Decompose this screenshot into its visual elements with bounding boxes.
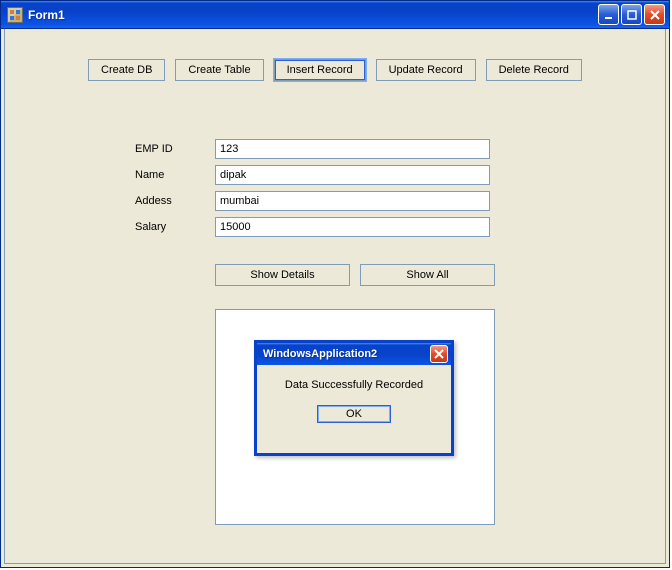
salary-label: Salary [135, 221, 215, 233]
salary-row: Salary [135, 217, 490, 237]
message-titlebar: WindowsApplication2 [257, 343, 451, 365]
salary-input[interactable] [215, 217, 490, 237]
close-icon [434, 349, 444, 359]
message-body: Data Successfully Recorded OK [257, 365, 451, 431]
close-button[interactable] [644, 4, 665, 25]
maximize-button[interactable] [621, 4, 642, 25]
emp-id-input[interactable] [215, 139, 490, 159]
client-area: Create DB Create Table Insert Record Upd… [4, 29, 666, 564]
address-input[interactable] [215, 191, 490, 211]
update-record-button[interactable]: Update Record [376, 59, 476, 81]
name-input[interactable] [215, 165, 490, 185]
action-row: Show Details Show All [215, 264, 495, 286]
message-close-button[interactable] [430, 345, 448, 363]
address-label: Addess [135, 195, 215, 207]
window-title: Form1 [28, 8, 598, 22]
name-label: Name [135, 169, 215, 181]
name-row: Name [135, 165, 490, 185]
show-details-button[interactable]: Show Details [215, 264, 350, 286]
create-table-button[interactable]: Create Table [175, 59, 263, 81]
form-area: EMP ID Name Addess Salary [135, 139, 490, 243]
minimize-icon [604, 10, 614, 20]
emp-id-row: EMP ID [135, 139, 490, 159]
show-all-button[interactable]: Show All [360, 264, 495, 286]
message-text: Data Successfully Recorded [265, 379, 443, 391]
emp-id-label: EMP ID [135, 143, 215, 155]
maximize-icon [627, 10, 637, 20]
app-icon [7, 7, 23, 23]
minimize-button[interactable] [598, 4, 619, 25]
results-panel: WindowsApplication2 Data Successfully Re… [215, 309, 495, 525]
toolbar: Create DB Create Table Insert Record Upd… [5, 59, 665, 81]
delete-record-button[interactable]: Delete Record [486, 59, 582, 81]
create-db-button[interactable]: Create DB [88, 59, 165, 81]
titlebar: Form1 [1, 1, 669, 29]
window-controls [598, 4, 665, 25]
main-window: Form1 Create DB Create Table Insert Reco… [0, 0, 670, 568]
message-title: WindowsApplication2 [263, 348, 377, 360]
message-ok-button[interactable]: OK [317, 405, 391, 423]
insert-record-button[interactable]: Insert Record [274, 59, 366, 81]
message-box: WindowsApplication2 Data Successfully Re… [254, 340, 454, 456]
address-row: Addess [135, 191, 490, 211]
close-icon [650, 10, 660, 20]
